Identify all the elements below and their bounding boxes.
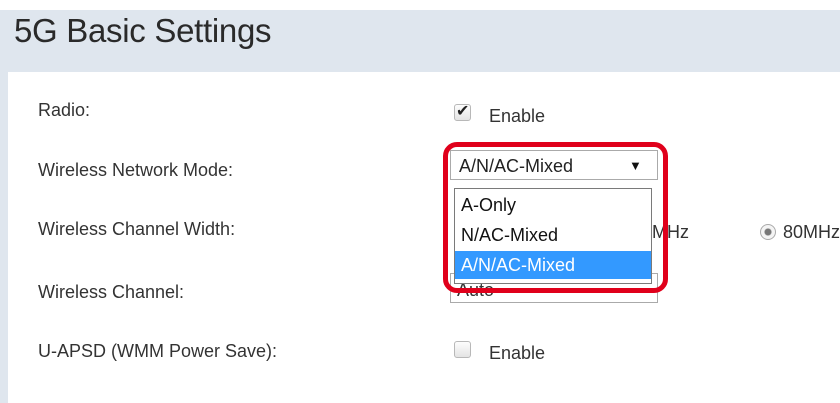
channel-width-80-radio[interactable] — [760, 224, 776, 240]
radio-enable-checkbox[interactable]: ✔ — [454, 103, 471, 121]
channel-width-80-label: 80MHz — [783, 222, 840, 242]
radio-enable-label: Enable — [489, 106, 546, 126]
highlight-annotation — [443, 142, 668, 293]
channel-width-label: Wireless Channel Width: — [38, 219, 236, 239]
uapsd-label: U-APSD (WMM Power Save): — [38, 341, 278, 361]
channel-label: Wireless Channel: — [38, 282, 185, 302]
uapsd-enable-label: Enable — [489, 343, 546, 363]
top-strip — [0, 0, 840, 10]
uapsd-enable-checkbox[interactable] — [454, 341, 471, 358]
panel-header: 5G Basic Settings — [0, 10, 840, 72]
page-title: 5G Basic Settings — [14, 12, 272, 49]
checkmark-icon: ✔ — [456, 103, 470, 120]
network-mode-label: Wireless Network Mode: — [38, 160, 234, 180]
radio-label: Radio: — [38, 100, 91, 120]
